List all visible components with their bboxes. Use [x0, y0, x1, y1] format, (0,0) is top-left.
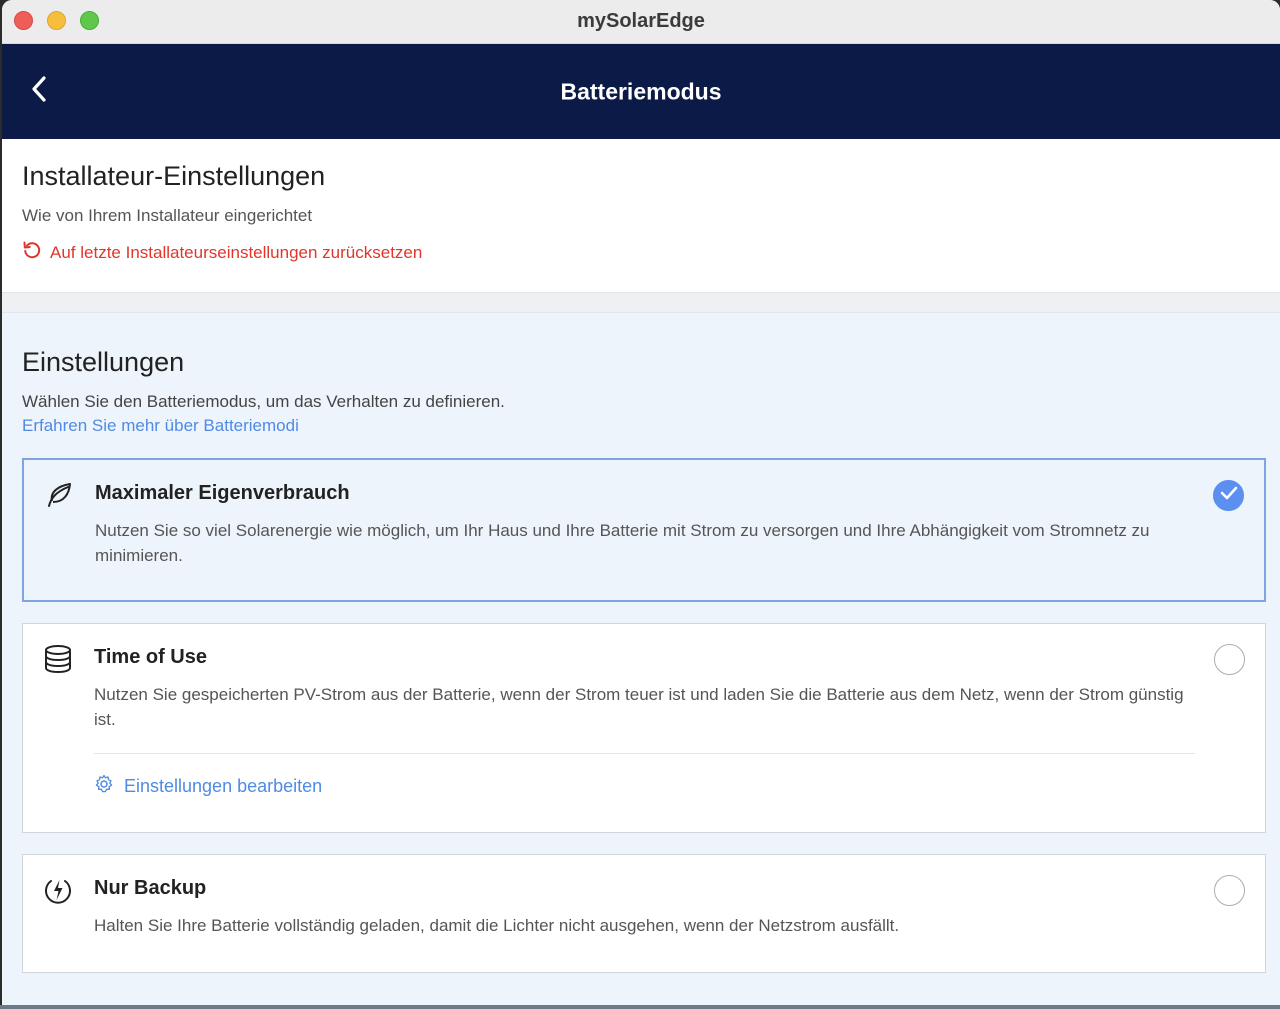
mode-description: Halten Sie Ihre Batterie vollständig gel…	[94, 916, 900, 935]
mode-card-backup-only[interactable]: Nur Backup Halten Sie Ihre Batterie voll…	[22, 854, 1266, 973]
mode-radio-selected[interactable]	[1213, 480, 1244, 511]
checkmark-icon	[1220, 486, 1238, 505]
undo-icon	[22, 240, 50, 265]
gear-icon	[94, 774, 124, 799]
edit-settings-link[interactable]: Einstellungen bearbeiten	[94, 754, 1195, 821]
window-titlebar: mySolarEdge	[2, 0, 1280, 44]
installer-subtitle: Wie von Ihrem Installateur eingerichtet	[22, 206, 313, 225]
mode-description: Nutzen Sie gespeicherten PV-Strom aus de…	[94, 685, 1184, 729]
page-title: Batteriemodus	[560, 78, 722, 105]
mode-radio[interactable]	[1214, 875, 1245, 906]
database-icon	[43, 644, 73, 674]
mode-card-max-self-consumption[interactable]: Maximaler Eigenverbrauch Nutzen Sie so v…	[22, 458, 1266, 602]
app-window: mySolarEdge Batteriemodus Installateur-E…	[2, 0, 1280, 1005]
mode-title: Maximaler Eigenverbrauch	[95, 482, 350, 504]
mode-description: Nutzen Sie so viel Solarenergie wie mögl…	[95, 521, 1150, 565]
section-divider	[2, 293, 1280, 313]
settings-subtitle: Wählen Sie den Batteriemodus, um das Ver…	[22, 392, 505, 411]
app-title: mySolarEdge	[577, 10, 705, 32]
mode-radio[interactable]	[1214, 644, 1245, 675]
window-bottom-edge	[0, 1005, 1280, 1009]
settings-heading: Einstellungen	[22, 347, 185, 377]
reset-installer-settings-link[interactable]: Auf letzte Installateurseinstellungen zu…	[22, 240, 1260, 265]
mode-card-time-of-use[interactable]: Time of Use Nutzen Sie gespeicherten PV-…	[22, 623, 1266, 833]
mode-title: Time of Use	[94, 646, 207, 668]
leaf-icon	[44, 480, 74, 510]
edit-settings-label: Einstellungen bearbeiten	[124, 776, 323, 796]
mode-settings-section: Einstellungen Wählen Sie den Batteriemod…	[2, 313, 1280, 973]
power-bolt-icon	[43, 875, 73, 905]
mode-title: Nur Backup	[94, 877, 207, 899]
installer-settings-section: Installateur-Einstellungen Wie von Ihrem…	[2, 139, 1280, 293]
learn-more-link[interactable]: Erfahren Sie mehr über Batteriemodi	[22, 416, 1266, 436]
installer-heading: Installateur-Einstellungen	[22, 161, 326, 191]
reset-label: Auf letzte Installateurseinstellungen zu…	[50, 242, 423, 262]
navigation-bar: Batteriemodus	[2, 44, 1280, 139]
